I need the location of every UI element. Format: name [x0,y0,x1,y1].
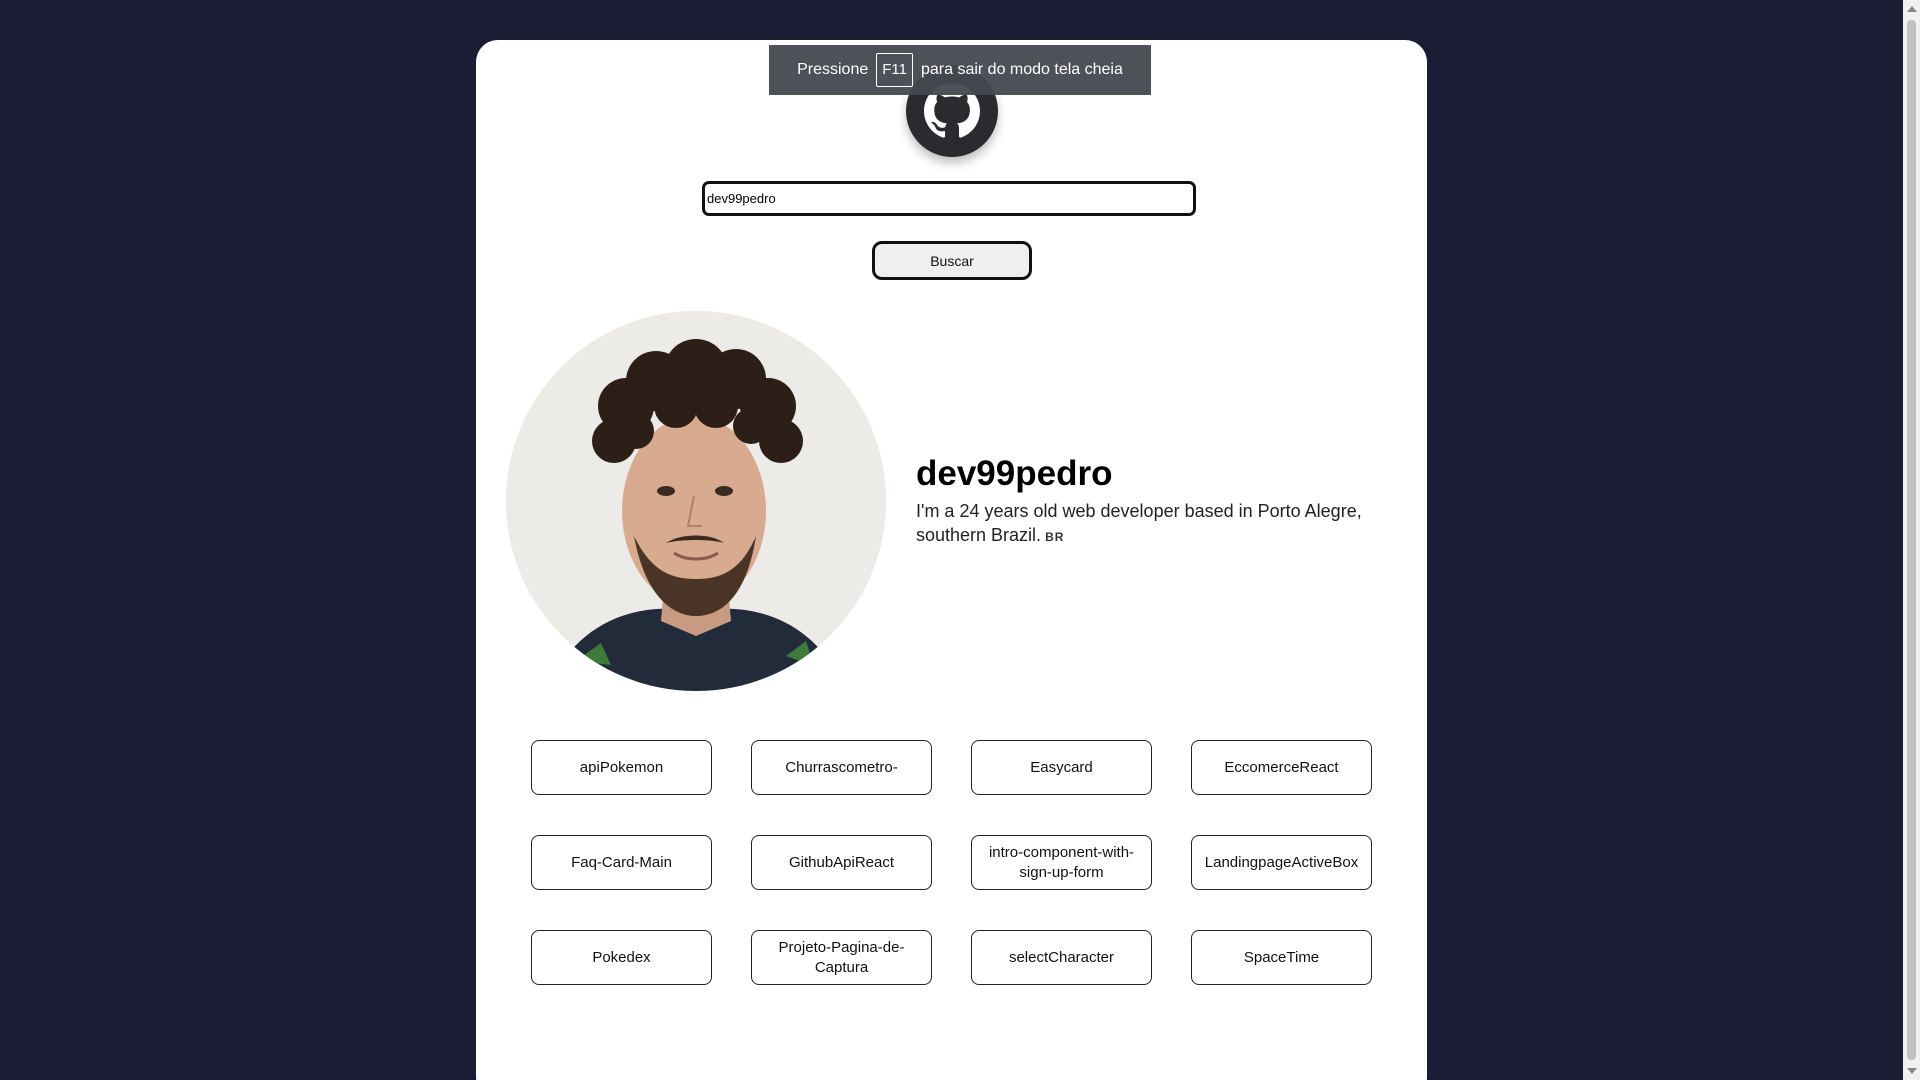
scroll-down-arrow-icon[interactable] [1907,1068,1917,1074]
repo-button[interactable]: intro-component-with-sign-up-form [971,835,1152,890]
repo-button[interactable]: GithubApiReact [751,835,932,890]
scroll-up-arrow-icon[interactable] [1907,6,1917,12]
vertical-scrollbar[interactable] [1903,0,1920,1080]
repo-button[interactable]: EccomerceReact [1191,740,1372,795]
repository-grid: apiPokemon Churrascometro- Easycard Ecco… [531,740,1374,985]
fullscreen-key-hint: F11 [876,53,913,87]
fullscreen-notice-suffix: para sair do modo tela cheia [920,61,1123,78]
profile-bio-text: I'm a 24 years old web developer based i… [916,501,1362,545]
fullscreen-notice-prefix: Pressione [797,61,869,78]
repo-button[interactable]: Easycard [971,740,1152,795]
fullscreen-notice: Pressione F11 para sair do modo tela che… [769,45,1151,95]
profile-photo [506,311,886,691]
profile-name: dev99pedro [916,454,1113,493]
avatar [506,311,886,691]
repo-button[interactable]: LandingpageActiveBox [1191,835,1372,890]
username-search-input[interactable] [702,181,1196,216]
repo-button[interactable]: selectCharacter [971,930,1152,985]
repo-button[interactable]: apiPokemon [531,740,712,795]
repo-button[interactable]: Projeto-Pagina-de-Captura [751,930,932,985]
repo-button[interactable]: Faq-Card-Main [531,835,712,890]
scroll-thumb[interactable] [1907,20,1916,1060]
page: Pressione F11 para sair do modo tela che… [0,0,1920,1080]
brazil-flag-icon: BR [1045,530,1065,544]
repo-button[interactable]: SpaceTime [1191,930,1372,985]
repo-button[interactable]: Pokedex [531,930,712,985]
repo-button[interactable]: Churrascometro- [751,740,932,795]
profile-bio: I'm a 24 years old web developer based i… [916,499,1386,549]
search-button[interactable]: Buscar [872,241,1032,280]
